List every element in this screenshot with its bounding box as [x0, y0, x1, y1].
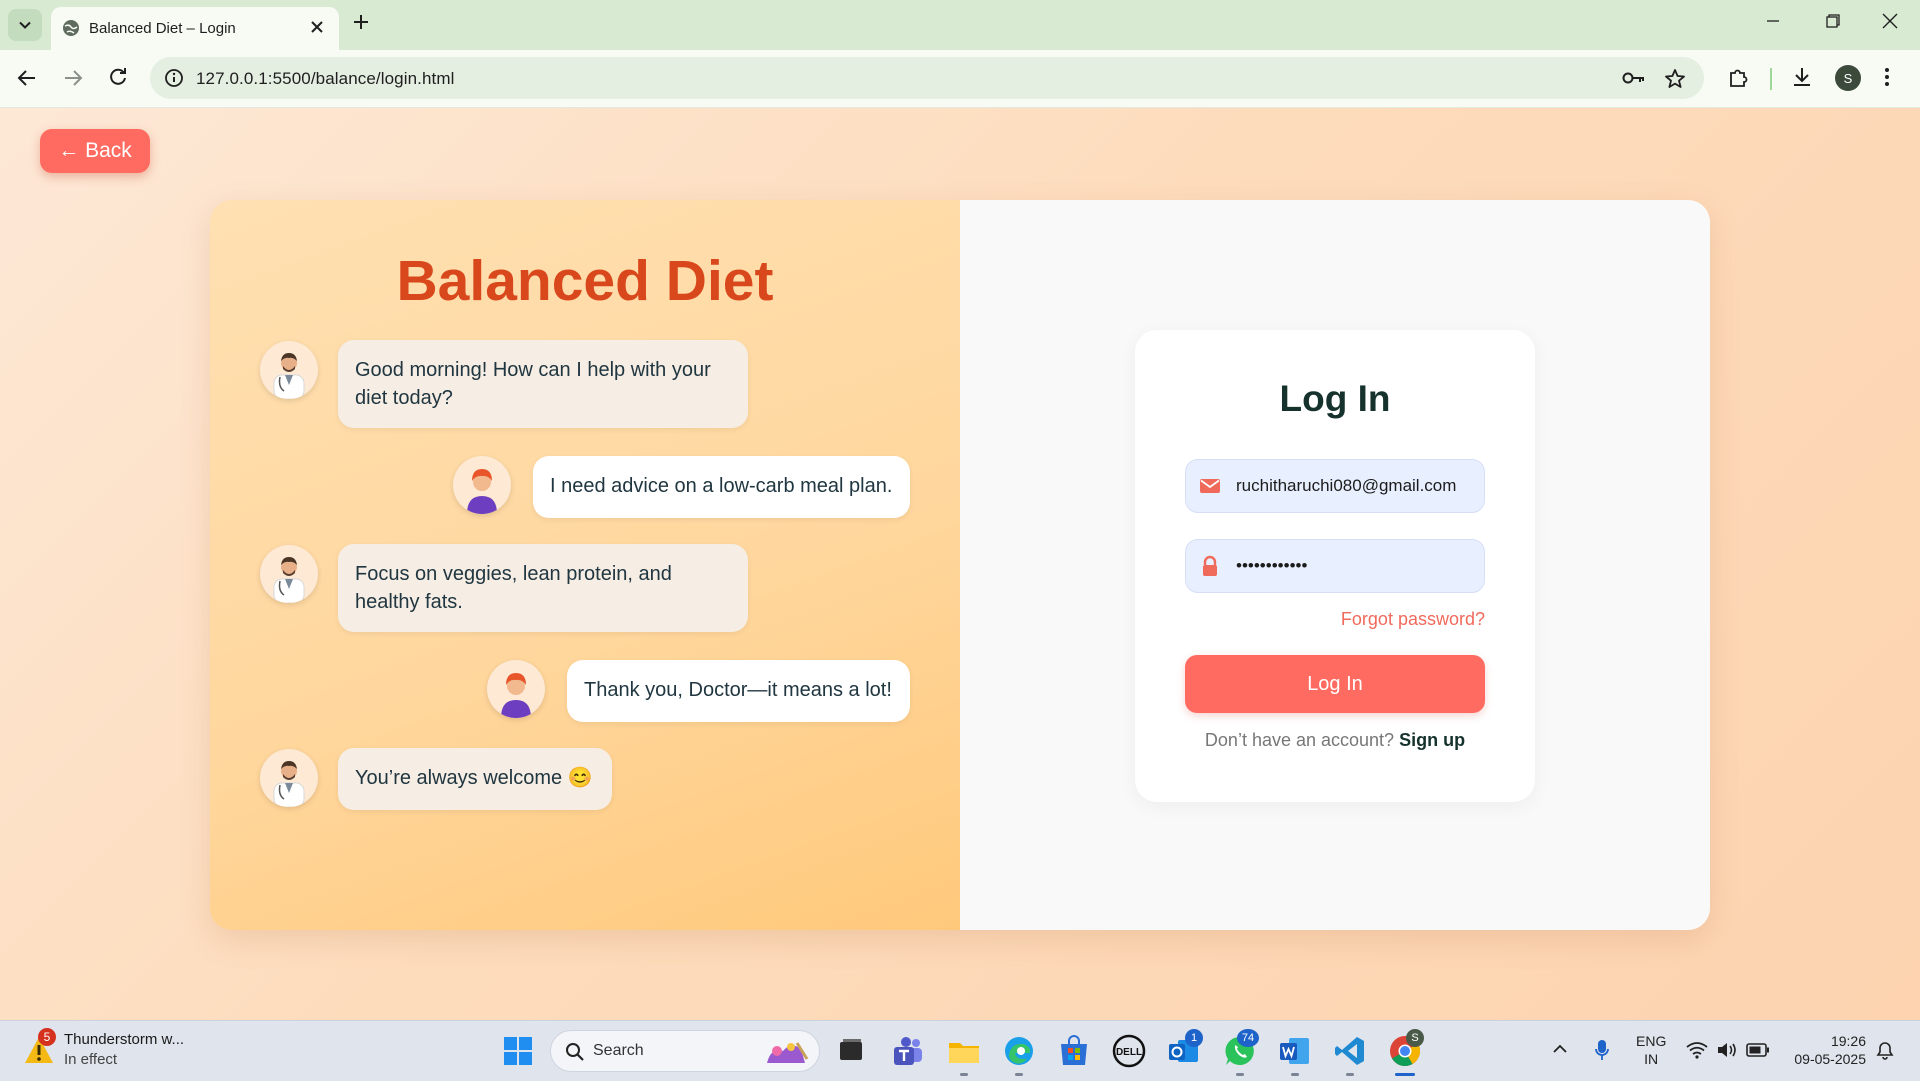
chat-message-doctor: Focus on veggies, lean protein, and heal… [338, 544, 748, 632]
address-bar[interactable]: 127.0.0.1:5500/balance/login.html [150, 57, 1704, 99]
globe-icon [63, 20, 79, 36]
outlook-badge: 1 [1185, 1029, 1203, 1047]
chrome-profile-badge: S [1406, 1029, 1424, 1047]
url-text[interactable]: 127.0.0.1:5500/balance/login.html [196, 69, 455, 89]
toolbar-divider [1770, 68, 1772, 90]
browser-tab-active[interactable]: Balanced Diet – Login [51, 7, 339, 50]
running-indicator [1346, 1073, 1354, 1076]
search-icon [566, 1043, 584, 1061]
user-avatar [453, 456, 511, 514]
taskbar-search[interactable]: Search [550, 1030, 820, 1072]
clock-date: 09-05-2025 [1794, 1051, 1866, 1067]
doctor-icon [273, 761, 305, 807]
password-key-icon[interactable] [1622, 69, 1646, 87]
running-indicator [1015, 1073, 1023, 1076]
page-content: ← Back Balanced Diet Good morning! How c… [0, 108, 1920, 1020]
weather-subtitle: In effect [64, 1051, 118, 1068]
clock-time: 19:26 [1830, 1033, 1866, 1049]
whatsapp-badge: 74 [1237, 1029, 1259, 1047]
tab-search-button[interactable] [8, 9, 42, 41]
password-field[interactable] [1185, 539, 1485, 593]
dell-icon[interactable]: DELL [1111, 1033, 1147, 1069]
login-panel: Log In Forgot password? Log In Don’t hav… [960, 200, 1710, 930]
search-label: Search [593, 1042, 644, 1059]
login-button[interactable]: Log In [1185, 655, 1485, 713]
close-icon[interactable] [309, 19, 325, 35]
browser-tab-bar: Balanced Diet – Login [0, 0, 1920, 50]
windows-start-icon[interactable] [500, 1033, 536, 1069]
login-form: Log In Forgot password? Log In Don’t hav… [1135, 330, 1535, 802]
chat-message-user: Thank you, Doctor—it means a lot! [567, 660, 910, 722]
running-indicator [1291, 1073, 1299, 1076]
doctor-icon [273, 557, 305, 603]
search-highlight-icon [767, 1042, 809, 1063]
new-tab-icon[interactable] [352, 13, 370, 31]
doctor-icon [273, 353, 305, 399]
minimize-icon[interactable] [1766, 14, 1780, 28]
svg-text:DELL: DELL [1116, 1047, 1142, 1058]
kebab-menu-icon[interactable] [1884, 66, 1890, 88]
chat-message-doctor: Good morning! How can I help with your d… [338, 340, 748, 428]
file-explorer-icon[interactable] [946, 1033, 982, 1069]
user-icon [501, 673, 531, 718]
password-input[interactable] [1236, 540, 1476, 592]
browser-toolbar: 127.0.0.1:5500/balance/login.html S [0, 50, 1920, 108]
chevron-down-icon [19, 21, 31, 29]
microphone-icon[interactable] [1594, 1038, 1610, 1062]
brand-title: Balanced Diet [396, 249, 774, 313]
active-indicator [1395, 1073, 1415, 1076]
envelope-icon [1200, 479, 1220, 493]
site-info-icon[interactable] [164, 68, 184, 88]
lock-icon [1203, 555, 1217, 576]
teams-icon[interactable] [890, 1033, 926, 1069]
word-icon[interactable] [1277, 1033, 1313, 1069]
microsoft-store-icon[interactable] [1056, 1033, 1092, 1069]
email-input[interactable] [1236, 460, 1476, 512]
profile-avatar[interactable]: S [1835, 65, 1861, 91]
battery-icon[interactable] [1746, 1043, 1770, 1057]
download-icon[interactable] [1791, 66, 1813, 88]
login-title: Log In [1279, 378, 1391, 419]
vscode-icon[interactable] [1332, 1033, 1368, 1069]
taskbar: 5 Thunderstorm w... In effect Search DEL… [0, 1020, 1920, 1081]
weather-badge: 5 [38, 1028, 56, 1046]
language-code: ENG [1636, 1033, 1667, 1049]
language-region: IN [1644, 1051, 1659, 1067]
forgot-password-link[interactable]: Forgot password? [1341, 609, 1485, 630]
running-indicator [960, 1073, 968, 1076]
language-indicator[interactable]: ENG IN [1636, 1032, 1666, 1068]
user-icon [467, 469, 497, 514]
login-card: Balanced Diet Good morning! How can I he… [210, 200, 1710, 930]
extensions-icon[interactable] [1727, 66, 1749, 88]
edge-browser-icon[interactable] [1001, 1033, 1037, 1069]
email-field[interactable] [1185, 459, 1485, 513]
doctor-avatar [260, 545, 318, 603]
signup-link[interactable]: Sign up [1399, 730, 1465, 750]
chat-panel: Balanced Diet Good morning! How can I he… [210, 200, 960, 930]
chat-message-doctor: You’re always welcome 😊 [338, 748, 612, 810]
forward-arrow-icon[interactable] [62, 67, 84, 89]
window-close-icon[interactable] [1882, 13, 1898, 29]
tab-title: Balanced Diet – Login [89, 20, 236, 37]
signup-prompt: Don’t have an account? [1204, 730, 1395, 750]
back-arrow-icon[interactable] [16, 67, 38, 89]
clock[interactable]: 19:26 09-05-2025 [1786, 1032, 1866, 1068]
user-avatar [487, 660, 545, 718]
wifi-icon[interactable] [1686, 1041, 1708, 1059]
chevron-up-icon[interactable] [1552, 1042, 1568, 1056]
reload-icon[interactable] [107, 67, 129, 89]
doctor-avatar [260, 749, 318, 807]
doctor-avatar [260, 341, 318, 399]
task-view-icon[interactable] [833, 1033, 869, 1069]
restore-icon[interactable] [1826, 14, 1840, 28]
signup-line: Don’t have an account? Sign up [1135, 730, 1535, 751]
chat-message-user: I need advice on a low-carb meal plan. [533, 456, 910, 518]
notifications-icon[interactable] [1874, 1039, 1896, 1061]
running-indicator [1236, 1073, 1244, 1076]
weather-title: Thunderstorm w... [64, 1031, 185, 1048]
bookmark-star-icon[interactable] [1664, 68, 1686, 90]
back-button[interactable]: ← Back [40, 129, 150, 173]
volume-icon[interactable] [1716, 1041, 1738, 1059]
